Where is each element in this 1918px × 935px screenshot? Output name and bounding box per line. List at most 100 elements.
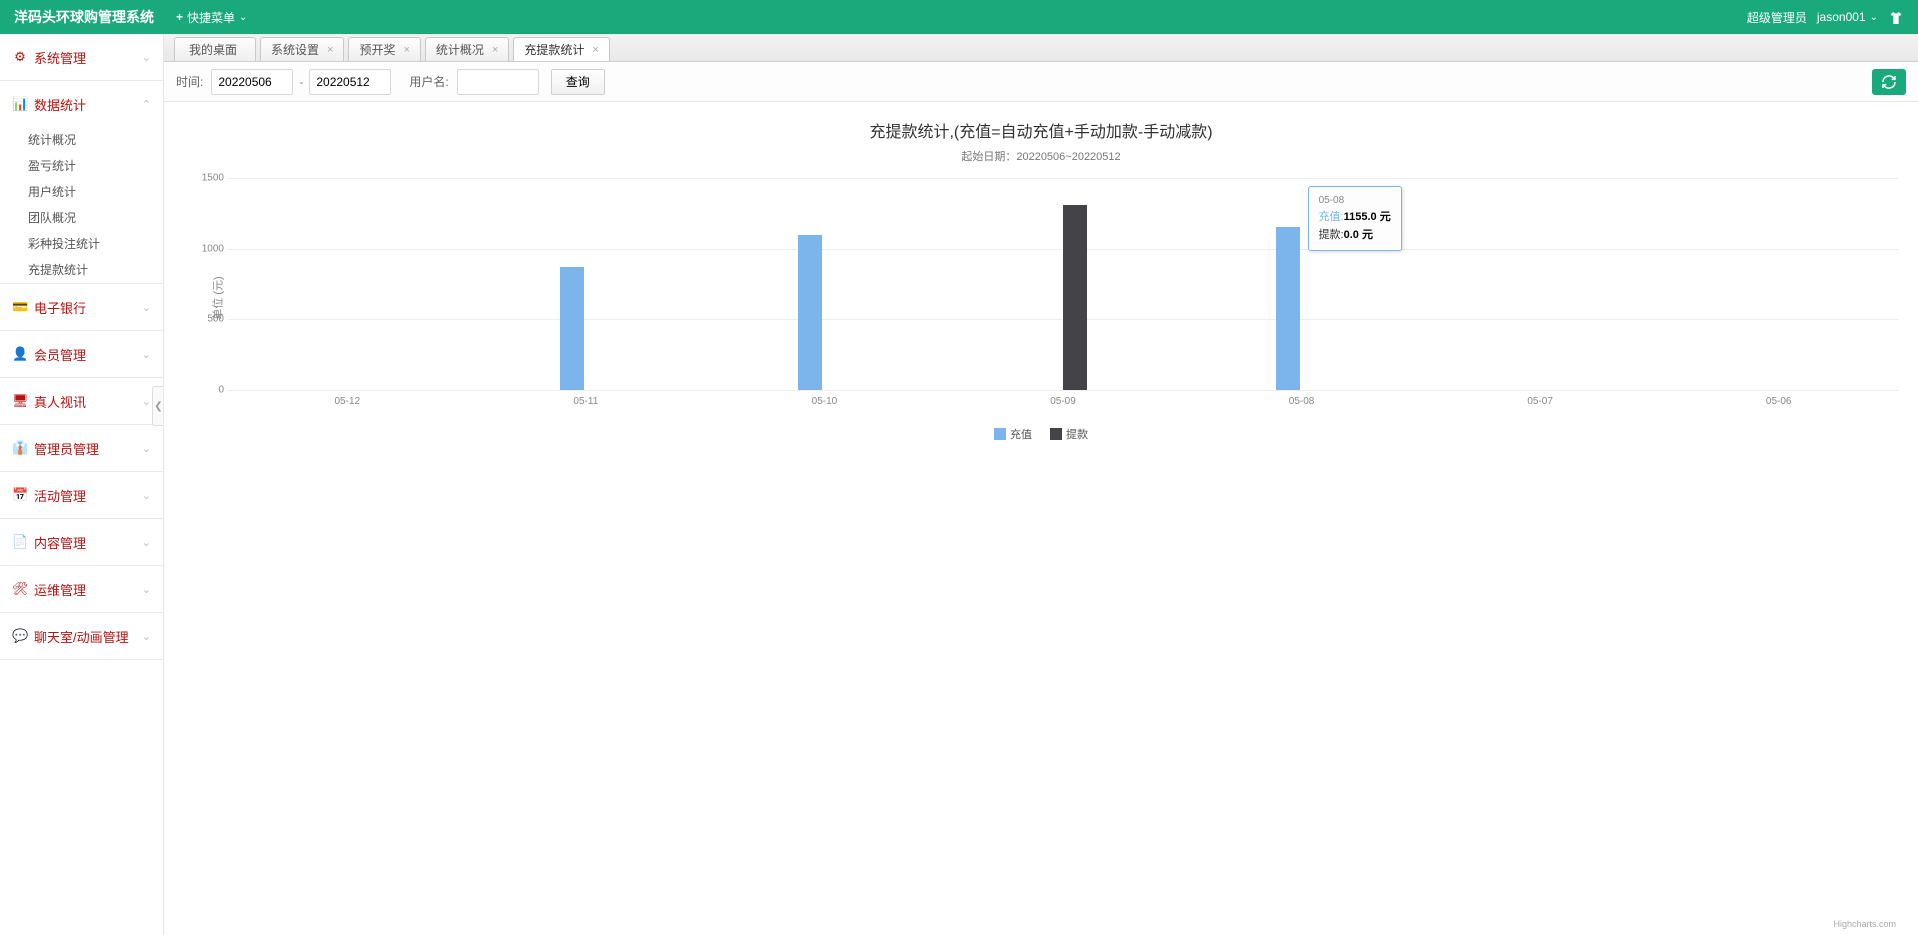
- sidebar-group-2[interactable]: 💳电子银行⌄: [0, 284, 163, 330]
- sidebar-group-icon: 📄: [12, 534, 28, 550]
- x-tick: 05-07: [1527, 396, 1553, 407]
- chart-credit: Highcharts.com: [1833, 919, 1896, 929]
- topbar-right: 超级管理员 jason001 ⌄: [1747, 9, 1904, 26]
- tab-4[interactable]: 充提款统计 ×: [513, 37, 609, 61]
- plus-icon: +: [176, 10, 183, 24]
- tab-label: 预开奖: [359, 41, 395, 58]
- tab-0[interactable]: 我的桌面: [174, 37, 256, 61]
- chevron-down-icon: ⌄: [142, 630, 151, 643]
- close-icon[interactable]: ×: [403, 44, 409, 56]
- sidebar-group-icon: 👔: [12, 440, 28, 456]
- chart-title: 充提款统计,(充值=自动充值+手动加款-手动减款): [184, 118, 1898, 142]
- sidebar-group-icon: ⚙: [12, 49, 28, 65]
- bar-提款[interactable]: [1063, 205, 1087, 390]
- user-label: 用户名:: [409, 73, 448, 90]
- x-tick: 05-08: [1289, 396, 1315, 407]
- close-icon[interactable]: ×: [592, 44, 598, 56]
- sidebar-group-icon: 👤: [12, 346, 28, 362]
- chevron-down-icon: ⌄: [142, 348, 151, 361]
- bar-充值[interactable]: [798, 235, 822, 390]
- chevron-down-icon: ⌄: [142, 442, 151, 455]
- y-tick: 1500: [190, 173, 224, 184]
- user-input[interactable]: [457, 69, 539, 95]
- date-to-input[interactable]: [309, 69, 391, 95]
- sidebar-group-label: 会员管理: [34, 345, 86, 364]
- sidebar-group-9[interactable]: 💬 聊天室/动画管理 ⌄: [0, 613, 163, 659]
- tab-1[interactable]: 系统设置×: [260, 37, 344, 61]
- sidebar-item-1-3[interactable]: 团队概况: [0, 205, 163, 231]
- sidebar-group-3[interactable]: 👤 会员管理 ⌄: [0, 331, 163, 377]
- sidebar-item-1-0[interactable]: 统计概况: [0, 127, 163, 153]
- sidebar-group-4[interactable]: 🖥 真人视讯 ⌄: [0, 378, 163, 424]
- app-title: 洋码头环球购管理系统: [14, 7, 154, 27]
- chevron-down-icon: ⌄: [142, 395, 151, 408]
- sidebar-group-label: 数据统计: [34, 95, 86, 114]
- date-dash: -: [299, 75, 303, 89]
- tab-3[interactable]: 统计概况 ×: [425, 37, 509, 61]
- refresh-button[interactable]: [1872, 69, 1906, 95]
- x-tick: 05-06: [1766, 396, 1792, 407]
- sidebar-item-1-2[interactable]: 用户统计: [0, 179, 163, 205]
- tab-label: 充提款统计: [524, 41, 584, 58]
- sidebar-item-1-4[interactable]: 彩种投注统计: [0, 231, 163, 257]
- chevron-up-icon: ⌃: [142, 98, 151, 111]
- bar-充值[interactable]: [560, 267, 584, 390]
- sidebar-group-7[interactable]: 📄 内容管理 ⌄: [0, 519, 163, 565]
- sidebar-group-label: 聊天室/动画管理: [34, 627, 129, 646]
- time-label: 时间:: [176, 73, 203, 90]
- main: 我的桌面 系统设置× 预开奖 × 统计概况 × 充提款统计 × 时间: - 用户名: 查询 充…: [164, 34, 1918, 935]
- chart: 充提款统计,(充值=自动充值+手动加款-手动减款) 起始日期：20220506~…: [164, 102, 1918, 935]
- date-from-input[interactable]: [211, 69, 293, 95]
- legend-swatch: [994, 428, 1006, 440]
- filter-bar: 时间: - 用户名: 查询: [164, 62, 1918, 102]
- role-label: 超级管理员: [1747, 9, 1807, 26]
- sidebar-group-icon: 🖥: [12, 393, 28, 409]
- sidebar: ❮ ⚙系统管理⌄📊数据统计⌃统计概况盈亏统计用户统计团队概况彩种投注统计充提款统…: [0, 34, 164, 935]
- sidebar-group-5[interactable]: 👔 管理员管理 ⌄: [0, 425, 163, 471]
- x-tick: 05-09: [1050, 396, 1076, 407]
- close-icon[interactable]: ×: [492, 44, 498, 56]
- chevron-down-icon: ⌄: [142, 489, 151, 502]
- chevron-down-icon: ⌄: [1870, 12, 1878, 23]
- query-button[interactable]: 查询: [551, 69, 605, 95]
- chart-subtitle: 起始日期：20220506~20220512: [184, 148, 1898, 164]
- sidebar-item-1-1[interactable]: 盈亏统计: [0, 153, 163, 179]
- sidebar-group-label: 运维管理: [34, 580, 86, 599]
- quick-menu-label: 快捷菜单: [187, 9, 235, 26]
- x-tick: 05-12: [334, 396, 360, 407]
- user-dropdown[interactable]: jason001 ⌄: [1817, 10, 1878, 24]
- sidebar-item-1-5[interactable]: 充提款统计: [0, 257, 163, 283]
- tab-2[interactable]: 预开奖 ×: [348, 37, 420, 61]
- refresh-icon: [1881, 74, 1897, 90]
- sidebar-group-8[interactable]: 🛠 运维管理 ⌄: [0, 566, 163, 612]
- sidebar-group-icon: 🛠: [12, 581, 28, 597]
- legend-swatch: [1050, 428, 1062, 440]
- sidebar-group-label: 管理员管理: [34, 439, 99, 458]
- sidebar-group-1[interactable]: 📊 数据统计 ⌃: [0, 81, 163, 127]
- sidebar-group-icon: 💳: [12, 299, 28, 315]
- sidebar-group-label: 活动管理: [34, 486, 86, 505]
- sidebar-group-label: 电子银行: [34, 298, 86, 317]
- theme-icon[interactable]: [1888, 10, 1904, 24]
- chevron-down-icon: ⌄: [142, 536, 151, 549]
- tab-label: 统计概况: [436, 41, 484, 58]
- plot-area: 单位 (元) 050010001500 05-08充值:1155.0 元提款:0…: [218, 178, 1898, 418]
- user-name: jason001: [1817, 10, 1866, 24]
- sidebar-group-6[interactable]: 📅活动管理⌄: [0, 472, 163, 518]
- tab-label: 我的桌面: [189, 41, 237, 58]
- sidebar-group-label: 内容管理: [34, 533, 86, 552]
- sidebar-group-icon: 💬: [12, 628, 28, 644]
- topbar: 洋码头环球购管理系统 + 快捷菜单 ⌄ 超级管理员 jason001 ⌄: [0, 0, 1918, 34]
- sidebar-group-label: 真人视讯: [34, 392, 86, 411]
- sidebar-group-0[interactable]: ⚙系统管理⌄: [0, 34, 163, 80]
- legend[interactable]: 充值 提款: [184, 426, 1898, 442]
- tab-bar: 我的桌面 系统设置× 预开奖 × 统计概况 × 充提款统计 ×: [164, 34, 1918, 62]
- quick-menu[interactable]: + 快捷菜单 ⌄: [176, 9, 247, 26]
- sidebar-group-icon: 📊: [12, 96, 28, 112]
- y-tick: 0: [190, 385, 224, 396]
- chevron-down-icon: ⌄: [142, 583, 151, 596]
- legend-item[interactable]: 提款: [1050, 426, 1088, 442]
- bar-充值[interactable]: [1276, 227, 1300, 390]
- close-icon[interactable]: ×: [327, 44, 333, 56]
- legend-item[interactable]: 充值: [994, 426, 1032, 442]
